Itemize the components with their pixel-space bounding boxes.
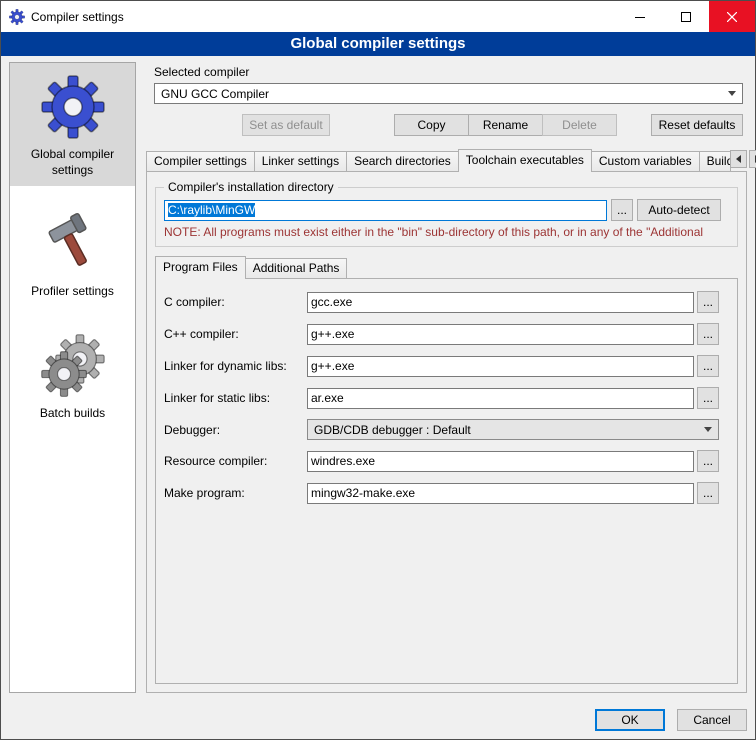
window-controls (617, 1, 755, 32)
dialog-header: Global compiler settings (1, 32, 755, 56)
installation-directory-legend: Compiler's installation directory (164, 180, 338, 194)
delete-button[interactable]: Delete (542, 114, 617, 136)
tab-scroll-left-icon[interactable] (730, 150, 747, 168)
make-program-label: Make program: (164, 486, 304, 500)
compiler-select-value: GNU GCC Compiler (161, 87, 722, 101)
profiler-tool-icon (41, 212, 105, 276)
copy-button[interactable]: Copy (394, 114, 469, 136)
rename-button[interactable]: Rename (468, 114, 543, 136)
cancel-button[interactable]: Cancel (677, 709, 747, 731)
compiler-buttons-row: Set as default Copy Rename Delete Reset … (154, 114, 743, 136)
tab-scroll-buttons (730, 150, 756, 168)
ok-button[interactable]: OK (595, 709, 665, 731)
cpp-compiler-label: C++ compiler: (164, 327, 304, 341)
resource-compiler-value: windres.exe (311, 454, 375, 468)
sidebar-item-label: Global compiler settings (13, 147, 132, 178)
titlebar: Compiler settings (1, 1, 755, 32)
installation-directory-row: C:\raylib\MinGW ... Auto-detect (164, 199, 729, 221)
dynamic-linker-value: g++.exe (311, 359, 354, 373)
app-icon (9, 9, 25, 25)
close-icon[interactable] (709, 1, 755, 32)
dialog-footer: OK Cancel (1, 701, 755, 739)
debugger-select[interactable]: GDB/CDB debugger : Default (307, 419, 719, 440)
field-row-c-compiler: C compiler: gcc.exe ... (164, 291, 719, 313)
compiler-selection-section: Selected compiler GNU GCC Compiler Set a… (146, 62, 747, 136)
tab-scroll-right-icon[interactable] (749, 150, 756, 168)
settings-sidebar: Global compiler settings Profiler settin… (9, 62, 136, 693)
gear-icon (41, 75, 105, 139)
browse-button[interactable]: ... (697, 291, 719, 313)
tab-custom-variables[interactable]: Custom variables (591, 151, 700, 171)
compiler-settings-window: Compiler settings Global compiler settin… (0, 0, 756, 740)
cpp-compiler-input[interactable]: g++.exe (307, 324, 694, 345)
sidebar-item-profiler-settings[interactable]: Profiler settings (10, 200, 135, 308)
minimize-icon[interactable] (617, 1, 663, 32)
resource-compiler-input[interactable]: windres.exe (307, 451, 694, 472)
settings-tabstrip: Compiler settings Linker settings Search… (146, 149, 747, 171)
tab-toolchain-executables[interactable]: Toolchain executables (458, 149, 592, 172)
batch-builds-gears-icon (41, 334, 105, 398)
directory-note: NOTE: All programs must exist either in … (164, 225, 729, 239)
chevron-down-icon (704, 427, 712, 432)
sidebar-item-label: Batch builds (13, 406, 132, 422)
make-program-input[interactable]: mingw32-make.exe (307, 483, 694, 504)
c-compiler-value: gcc.exe (311, 295, 352, 309)
make-program-value: mingw32-make.exe (311, 486, 415, 500)
program-files-panel: C compiler: gcc.exe ... C++ compiler: g+… (155, 278, 738, 684)
c-compiler-input[interactable]: gcc.exe (307, 292, 694, 313)
cpp-compiler-value: g++.exe (311, 327, 354, 341)
tab-additional-paths[interactable]: Additional Paths (245, 258, 348, 278)
dynamic-linker-input[interactable]: g++.exe (307, 356, 694, 377)
tab-search-directories[interactable]: Search directories (346, 151, 459, 171)
debugger-value: GDB/CDB debugger : Default (314, 423, 698, 437)
reset-defaults-button[interactable]: Reset defaults (651, 114, 743, 136)
sidebar-item-batch-builds[interactable]: Batch builds (10, 322, 135, 430)
field-row-make-program: Make program: mingw32-make.exe ... (164, 482, 719, 504)
tab-build[interactable]: Build (699, 151, 731, 171)
window-title: Compiler settings (31, 10, 124, 24)
browse-directory-button[interactable]: ... (611, 199, 633, 221)
dialog-content: Global compiler settings Profiler settin… (1, 56, 755, 701)
static-linker-input[interactable]: ar.exe (307, 388, 694, 409)
browse-button[interactable]: ... (697, 450, 719, 472)
field-row-debugger: Debugger: GDB/CDB debugger : Default (164, 419, 719, 440)
chevron-down-icon (728, 91, 736, 96)
resource-compiler-label: Resource compiler: (164, 454, 304, 468)
browse-button[interactable]: ... (697, 355, 719, 377)
browse-button[interactable]: ... (697, 387, 719, 409)
maximize-icon[interactable] (663, 1, 709, 32)
tab-linker-settings[interactable]: Linker settings (254, 151, 347, 171)
static-linker-label: Linker for static libs: (164, 391, 304, 405)
installation-directory-input[interactable]: C:\raylib\MinGW (164, 200, 607, 221)
sidebar-item-global-compiler-settings[interactable]: Global compiler settings (10, 63, 135, 186)
dynamic-linker-label: Linker for dynamic libs: (164, 359, 304, 373)
field-row-static-linker: Linker for static libs: ar.exe ... (164, 387, 719, 409)
field-row-dynamic-linker: Linker for dynamic libs: g++.exe ... (164, 355, 719, 377)
browse-button[interactable]: ... (697, 482, 719, 504)
debugger-label: Debugger: (164, 423, 304, 437)
installation-directory-value: C:\raylib\MinGW (168, 203, 255, 217)
field-row-cpp-compiler: C++ compiler: g++.exe ... (164, 323, 719, 345)
c-compiler-label: C compiler: (164, 295, 304, 309)
tab-program-files[interactable]: Program Files (155, 256, 246, 279)
auto-detect-button[interactable]: Auto-detect (637, 199, 721, 221)
installation-directory-group: Compiler's installation directory C:\ray… (155, 180, 738, 247)
tab-compiler-settings[interactable]: Compiler settings (146, 151, 255, 171)
browse-button[interactable]: ... (697, 323, 719, 345)
selected-compiler-label: Selected compiler (154, 65, 743, 79)
sidebar-item-label: Profiler settings (13, 284, 132, 300)
programs-subtabstrip: Program Files Additional Paths (155, 256, 738, 278)
compiler-select[interactable]: GNU GCC Compiler (154, 83, 743, 104)
set-as-default-button[interactable]: Set as default (242, 114, 330, 136)
main-panel: Selected compiler GNU GCC Compiler Set a… (146, 62, 747, 693)
field-row-resource-compiler: Resource compiler: windres.exe ... (164, 450, 719, 472)
static-linker-value: ar.exe (311, 391, 344, 405)
toolchain-executables-panel: Compiler's installation directory C:\ray… (146, 171, 747, 693)
